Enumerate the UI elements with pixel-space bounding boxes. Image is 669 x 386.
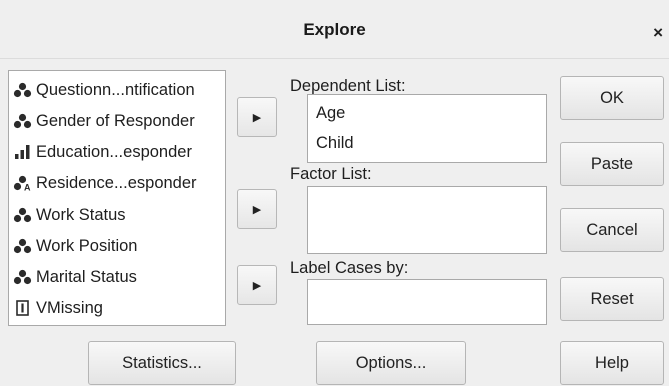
- list-item[interactable]: Marital Status: [13, 262, 137, 292]
- nominal-icon: [13, 238, 32, 254]
- nominal-icon: [13, 113, 32, 129]
- variable-label: Residence...esponder: [36, 174, 197, 192]
- nominal-icon: [13, 82, 32, 98]
- list-item[interactable]: Questionn...ntification: [13, 75, 195, 105]
- statistics-button[interactable]: Statistics...: [88, 341, 236, 385]
- ordinal-icon: [15, 145, 30, 159]
- variable-label: VMissing: [36, 299, 103, 317]
- nominal-icon: [13, 269, 32, 285]
- variable-label: Gender of Responder: [36, 112, 195, 130]
- dependent-list[interactable]: Age Child: [307, 94, 547, 163]
- label-cases-label: Label Cases by:: [290, 259, 409, 277]
- list-item[interactable]: Education...esponder: [13, 137, 192, 167]
- close-icon[interactable]: ×: [653, 23, 663, 43]
- options-button[interactable]: Options...: [316, 341, 466, 385]
- help-button[interactable]: Help: [560, 341, 664, 385]
- paste-button[interactable]: Paste: [560, 142, 664, 186]
- source-variable-list[interactable]: Questionn...ntification Gender of Respon…: [8, 70, 226, 326]
- title-bar: Explore ×: [0, 0, 669, 59]
- string-icon: [16, 300, 29, 316]
- list-item[interactable]: A Residence...esponder: [13, 168, 197, 198]
- factor-list-label: Factor List:: [290, 165, 372, 183]
- nominal-string-icon: A: [13, 175, 31, 192]
- cancel-button[interactable]: Cancel: [560, 208, 664, 252]
- list-item[interactable]: Gender of Responder: [13, 106, 195, 136]
- variable-label: Work Position: [36, 237, 138, 255]
- nominal-icon: [13, 207, 32, 223]
- list-item[interactable]: VMissing: [13, 293, 103, 323]
- list-item[interactable]: Child: [316, 134, 354, 153]
- move-to-dependent-button[interactable]: ▶: [237, 97, 277, 137]
- variable-label: Marital Status: [36, 268, 137, 286]
- ok-button[interactable]: OK: [560, 76, 664, 120]
- arrow-right-icon: ▶: [252, 279, 262, 292]
- list-item[interactable]: Age: [316, 104, 345, 123]
- label-cases-field[interactable]: [307, 279, 547, 325]
- explore-dialog: Explore × Questionn...ntification Gender…: [0, 0, 669, 386]
- variable-label: Work Status: [36, 206, 126, 224]
- factor-list[interactable]: [307, 186, 547, 254]
- reset-button[interactable]: Reset: [560, 277, 664, 321]
- move-to-labelcases-button[interactable]: ▶: [237, 265, 277, 305]
- arrow-right-icon: ▶: [252, 203, 262, 216]
- variable-label: Education...esponder: [36, 143, 192, 161]
- variable-label: Questionn...ntification: [36, 81, 195, 99]
- move-to-factor-button[interactable]: ▶: [237, 189, 277, 229]
- dialog-title: Explore: [303, 20, 366, 39]
- list-item[interactable]: Work Position: [13, 231, 137, 261]
- list-item[interactable]: Work Status: [13, 200, 126, 230]
- svg-text:A: A: [24, 183, 31, 192]
- arrow-right-icon: ▶: [252, 111, 262, 124]
